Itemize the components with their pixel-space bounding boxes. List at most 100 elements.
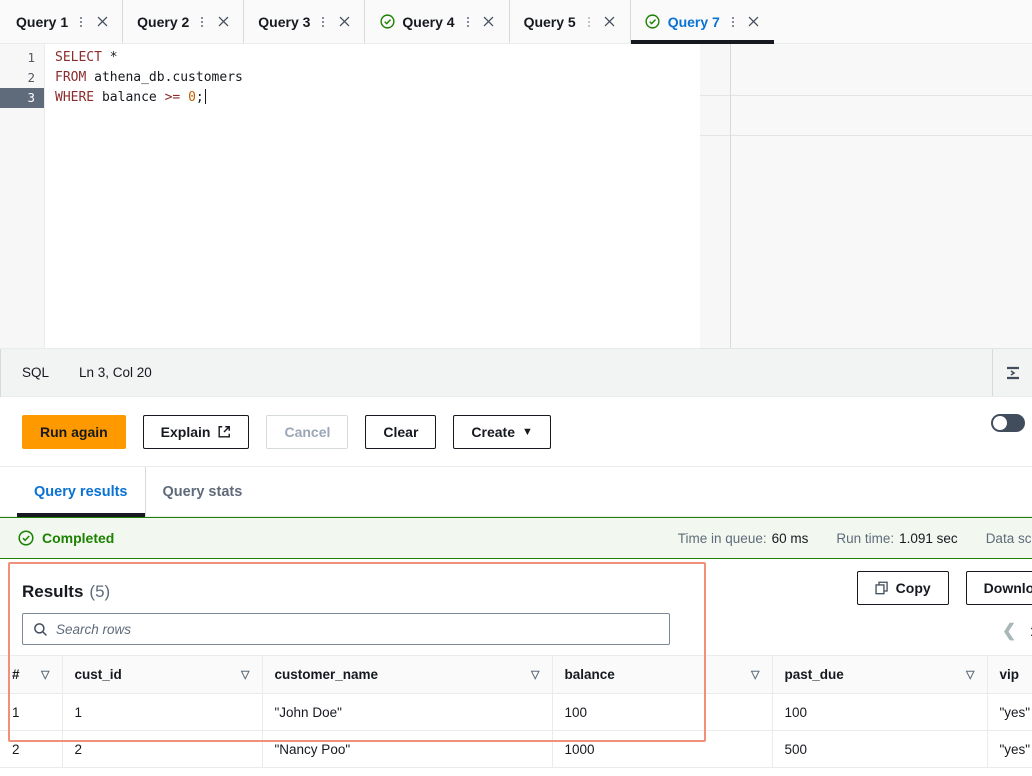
query-tab-query-2[interactable]: Query 2 xyxy=(122,0,243,43)
cell-cust_id: 1 xyxy=(61,693,262,731)
external-link-icon xyxy=(218,425,231,438)
column-label: past_due xyxy=(784,667,844,682)
tab-options-icon[interactable] xyxy=(317,14,329,30)
editor-status-bar: SQL Ln 3, Col 20 xyxy=(0,349,1032,397)
stat-key: Time in queue: xyxy=(677,530,767,546)
table-row[interactable]: 2 2 "Nancy Poo" 1000 500 "yes" xyxy=(0,730,1032,768)
column-header-vip[interactable]: vip xyxy=(986,655,1032,694)
sort-icon[interactable]: ▽ xyxy=(751,668,759,681)
line-number-2: 2 xyxy=(27,70,35,85)
query-tab-query-3[interactable]: Query 3 xyxy=(243,0,364,43)
query-tab-query-5[interactable]: Query 5 xyxy=(508,0,630,43)
tab-query-results[interactable]: Query results xyxy=(17,467,145,517)
search-rows-input[interactable]: Search rows xyxy=(22,613,670,645)
cell-vip: "yes" xyxy=(986,730,1032,768)
results-count: (5) xyxy=(89,582,111,601)
search-icon xyxy=(34,622,47,636)
cell-num: 2 xyxy=(0,730,62,768)
code-token: balance xyxy=(94,90,165,105)
column-header-past_due[interactable]: past_due ▽ xyxy=(771,655,987,694)
results-table: # ▽ cust_id ▽ customer_name ▽ balance ▽ past_due… xyxy=(0,655,1032,768)
query-tab-label: Query 2 xyxy=(137,13,190,30)
code-token: ; xyxy=(195,90,204,105)
create-button[interactable]: Create ▼ xyxy=(453,414,551,449)
copy-button[interactable]: Copy xyxy=(856,571,949,605)
column-header-row-number[interactable]: # ▽ xyxy=(0,655,62,694)
column-header-cust_id[interactable]: cust_id ▽ xyxy=(61,655,262,694)
query-tab-query-7[interactable]: Query 7 xyxy=(629,0,774,44)
expand-icon xyxy=(1006,366,1019,379)
editor-side-panel xyxy=(730,44,1032,349)
clear-button[interactable]: Clear xyxy=(365,414,437,449)
query-status-text: Completed xyxy=(42,530,115,546)
editor-expand-button[interactable] xyxy=(992,349,1032,396)
table-row[interactable]: 1 1 "John Doe" 100 100 "yes" xyxy=(0,693,1032,731)
sort-icon[interactable]: ▽ xyxy=(41,668,49,681)
line-number-1: 1 xyxy=(27,50,35,65)
sort-icon[interactable]: ▽ xyxy=(241,668,249,681)
table-header-row: # ▽ cust_id ▽ customer_name ▽ balance ▽ past_due… xyxy=(0,655,1032,694)
column-label: balance xyxy=(564,667,615,682)
sql-editor[interactable]: 1 2 3 SELECT * FROM athena_db.customers WHER… xyxy=(0,44,1032,349)
status-bar-left-rule xyxy=(0,349,1,397)
cell-vip: "yes" xyxy=(986,693,1032,731)
stat-item: Data scanned xyxy=(986,531,1032,546)
stat-key: Run time: xyxy=(836,530,895,546)
tab-query-stats[interactable]: Query stats xyxy=(144,467,260,516)
query-actions-bar: Run again Explain Cancel Clear Create ▼ … xyxy=(0,397,1032,467)
query-tab-label: Query 3 xyxy=(258,13,311,30)
download-button[interactable]: Downloa xyxy=(965,571,1032,605)
tab-options-icon[interactable] xyxy=(462,14,474,30)
close-icon[interactable] xyxy=(602,14,618,30)
sort-icon[interactable]: ▽ xyxy=(966,668,974,681)
query-tab-label: Query 7 xyxy=(667,13,720,30)
column-header-balance[interactable]: balance ▽ xyxy=(551,655,772,694)
line-number-3: 3 xyxy=(0,88,44,108)
cell-cust_id: 2 xyxy=(61,730,262,768)
cell-customer_name: "John Doe" xyxy=(261,693,552,731)
chevron-down-icon: ▼ xyxy=(522,425,533,438)
editor-line-numbers: 1 2 3 xyxy=(0,44,45,348)
sort-icon[interactable]: ▽ xyxy=(531,668,539,681)
results-tab-bar: Query results Query stats xyxy=(0,467,1032,517)
results-title: Results xyxy=(22,582,84,601)
editor-cursor-position: Ln 3, Col 20 xyxy=(79,365,152,380)
column-header-customer_name[interactable]: customer_name ▽ xyxy=(261,655,552,694)
query-stats-summary: Time in queue: 60 ms Run time: 1.091 sec Dat… xyxy=(678,518,1032,558)
reuse-results-toggle[interactable] xyxy=(990,413,1025,432)
query-tab-label: Query 1 xyxy=(16,13,69,30)
editor-minimap-gutter xyxy=(700,44,730,349)
column-label: cust_id xyxy=(74,667,122,682)
reuse-results-control: Reuse up to 60 mi xyxy=(990,413,1032,450)
cell-past_due: 100 xyxy=(771,693,987,731)
query-tab-bar: Query 1 Query 2 Query 3 Query 4 Query 5 Query… xyxy=(0,0,1032,44)
close-icon[interactable] xyxy=(94,14,110,30)
create-label: Create xyxy=(471,423,516,440)
tab-options-icon[interactable] xyxy=(583,14,595,30)
tab-options-icon[interactable] xyxy=(727,14,739,30)
check-circle-icon xyxy=(18,530,34,546)
tab-options-icon[interactable] xyxy=(196,14,208,30)
search-rows-placeholder: Search rows xyxy=(56,621,132,637)
close-icon[interactable] xyxy=(215,14,231,30)
tab-options-icon[interactable] xyxy=(75,14,87,30)
close-icon[interactable] xyxy=(746,14,762,30)
check-circle-icon xyxy=(379,14,395,30)
close-icon[interactable] xyxy=(481,14,497,30)
close-icon[interactable] xyxy=(336,14,352,30)
query-tab-query-1[interactable]: Query 1 xyxy=(2,0,122,43)
chevron-left-icon[interactable]: ❮ xyxy=(1002,621,1016,641)
query-tab-query-4[interactable]: Query 4 xyxy=(364,0,508,43)
copy-icon xyxy=(875,581,888,595)
explain-button[interactable]: Explain xyxy=(142,414,250,449)
query-tab-label: Query 5 xyxy=(523,13,576,30)
code-token: SELECT xyxy=(55,50,102,65)
code-token: athena_db.customers xyxy=(86,70,243,85)
query-status-banner: Completed Time in queue: 60 ms Run time: 1.… xyxy=(0,517,1032,559)
query-tab-label: Query 4 xyxy=(402,13,455,30)
stat-value: 1.091 sec xyxy=(899,530,958,546)
stat-key: Data scanned xyxy=(985,530,1032,546)
run-again-button[interactable]: Run again xyxy=(22,414,126,449)
results-pagination: ❮ 1 xyxy=(1002,621,1032,641)
